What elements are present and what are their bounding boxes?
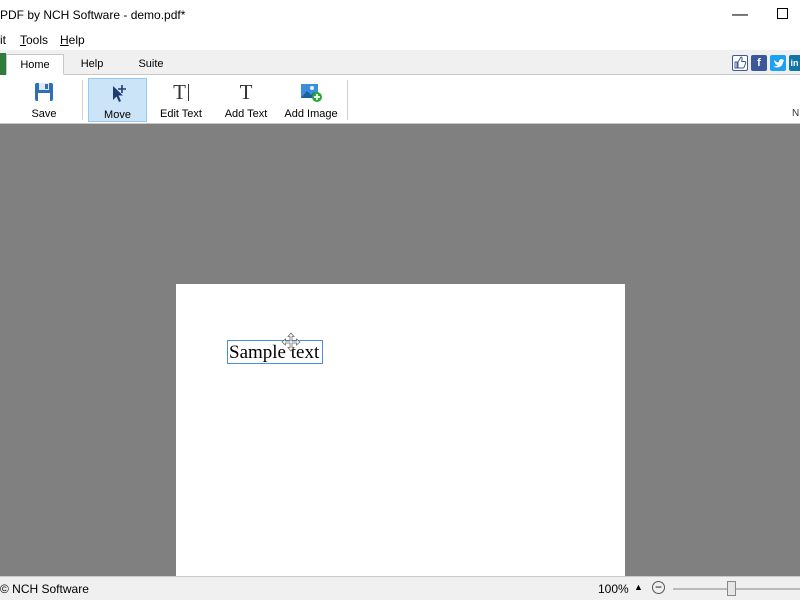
menu-edit-label: it — [0, 33, 6, 47]
toolbar-separator — [82, 80, 83, 120]
copyright-text: © NCH Software — [0, 582, 89, 596]
edit-text-button[interactable]: T Edit Text — [152, 78, 210, 122]
maximize-button[interactable] — [765, 3, 799, 27]
add-text-label: Add Text — [224, 108, 268, 120]
menu-help-mnemonic: H — [60, 33, 69, 47]
ribbon-tail-label: N — [792, 108, 800, 119]
add-image-label: Add Image — [284, 108, 338, 120]
add-text-button[interactable]: T Add Text — [218, 78, 274, 122]
status-bar: © NCH Software 100% ▲ − — [0, 576, 800, 600]
move-cursor-icon — [89, 82, 146, 104]
twitter-icon[interactable] — [770, 55, 786, 71]
save-button[interactable]: Save — [22, 78, 66, 122]
zoom-menu-arrow-icon[interactable]: ▲ — [634, 582, 643, 592]
move-button[interactable]: Move — [88, 78, 147, 122]
add-text-icon: T — [218, 81, 274, 103]
title-bar: PDF by NCH Software - demo.pdf* — — [0, 0, 800, 30]
tab-help[interactable]: Help — [66, 54, 118, 75]
menu-edit[interactable]: it — [0, 33, 6, 47]
ribbon-tab-bar: Home Help Suite — [0, 50, 800, 75]
add-image-button[interactable]: Add Image — [280, 78, 342, 122]
selected-text-box[interactable]: Sample text — [227, 340, 323, 364]
toolbar-separator — [347, 80, 348, 120]
linkedin-icon[interactable]: in — [789, 55, 800, 71]
pdf-page[interactable]: Sample text — [176, 284, 625, 576]
menu-tools[interactable]: Tools — [20, 33, 48, 47]
edit-text-glyph: T — [173, 80, 186, 104]
tab-suite[interactable]: Suite — [122, 54, 180, 75]
zoom-slider-thumb[interactable] — [727, 581, 736, 596]
add-text-glyph: T — [239, 80, 253, 104]
document-workspace[interactable]: Sample text — [0, 124, 800, 576]
menu-bar: it Tools Help — [0, 30, 800, 50]
edit-text-icon: T — [152, 81, 210, 103]
menu-help-label: elp — [68, 33, 85, 47]
menu-help[interactable]: Help — [60, 33, 85, 47]
window-title: PDF by NCH Software - demo.pdf* — [0, 8, 186, 22]
zoom-out-icon[interactable]: − — [652, 581, 665, 594]
zoom-slider[interactable] — [673, 588, 800, 590]
sample-text: Sample text — [229, 342, 320, 363]
minimize-button[interactable]: — — [723, 3, 757, 27]
ribbon-toolbar: Save Move T Edit Text T Add Text Add Ima… — [0, 75, 800, 124]
maximize-icon — [776, 8, 788, 20]
tab-home[interactable]: Home — [6, 54, 64, 75]
edit-text-label: Edit Text — [160, 108, 202, 120]
move-label: Move — [104, 109, 131, 121]
save-icon — [22, 81, 66, 103]
move-cursor-icon — [281, 332, 301, 352]
save-label: Save — [31, 108, 57, 120]
add-image-icon — [280, 81, 342, 103]
facebook-icon[interactable]: f — [751, 55, 767, 71]
menu-tools-label: ools — [26, 33, 49, 47]
like-icon[interactable] — [732, 55, 748, 71]
zoom-level[interactable]: 100% — [598, 582, 629, 596]
text-cursor-icon — [187, 84, 189, 101]
